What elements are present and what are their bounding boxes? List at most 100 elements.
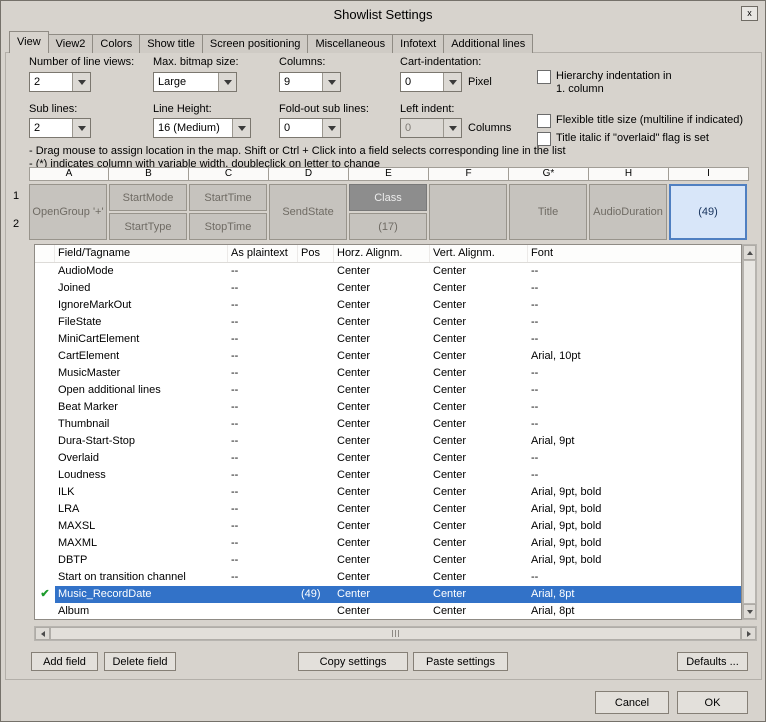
map-cell[interactable]: AudioDuration [589,184,667,240]
vertical-scrollbar[interactable] [742,244,757,620]
table-row[interactable]: ILK--CenterCenterArial, 9pt, bold [35,484,741,501]
table-row[interactable]: DBTP--CenterCenterArial, 9pt, bold [35,552,741,569]
sub-lines-select[interactable]: 2 [29,118,91,138]
map-column-letter[interactable]: A [29,167,109,181]
max-bitmap-size-select[interactable]: Large [153,72,237,92]
paste-settings-button[interactable]: Paste settings [413,652,508,671]
map-column-letter[interactable]: C [189,167,269,181]
column-header[interactable]: Pos [298,245,334,262]
table-row[interactable]: MusicMaster--CenterCenter-- [35,365,741,382]
tab-miscellaneous[interactable]: Miscellaneous [307,34,393,53]
map-column-letter[interactable]: D [269,167,349,181]
row-gutter [35,467,55,484]
map-column-letter[interactable]: H [589,167,669,181]
table-row[interactable]: MAXML--CenterCenterArial, 9pt, bold [35,535,741,552]
horizontal-scrollbar[interactable] [34,626,757,641]
map-column-letter[interactable]: E [349,167,429,181]
horizontal-scrollbar-thumb[interactable] [50,627,741,640]
cell-pos [298,501,334,518]
table-row[interactable]: Thumbnail--CenterCenter-- [35,416,741,433]
flexible-title-row[interactable]: Flexible title size (multiline if indica… [537,114,743,128]
scroll-right-icon[interactable] [741,627,756,640]
table-row[interactable]: Start on transition channel--CenterCente… [35,569,741,586]
table-row[interactable]: AudioMode--CenterCenter-- [35,263,741,280]
map-cell[interactable] [429,184,507,240]
map-column-letter[interactable]: I [669,167,749,181]
map-cell[interactable]: Class [349,184,427,211]
cell-font: Arial, 9pt, bold [528,484,741,501]
map-column-letter[interactable]: B [109,167,189,181]
table-row[interactable]: ✔Music_RecordDate(49)CenterCenterArial, … [35,586,741,603]
map-cell[interactable]: OpenGroup '+' [29,184,107,240]
vertical-scrollbar-thumb[interactable] [743,260,756,604]
table-row[interactable]: Open additional lines--CenterCenter-- [35,382,741,399]
title-italic-checkbox[interactable] [537,132,551,146]
column-header[interactable]: Field/Tagname [55,245,228,262]
scroll-down-icon[interactable] [743,604,756,619]
map-column-letter[interactable]: F [429,167,509,181]
title-italic-row[interactable]: Title italic if "overlaid" flag is set [537,132,709,146]
cell-font: -- [528,263,741,280]
column-header[interactable]: As plaintext [228,245,298,262]
cell-vert: Center [430,467,528,484]
ok-button[interactable]: OK [677,691,748,714]
map-cell[interactable]: StopTime [189,213,267,240]
line-height-label: Line Height: [153,103,212,115]
table-row[interactable]: AlbumCenterCenterArial, 8pt [35,603,741,620]
copy-settings-button[interactable]: Copy settings [298,652,408,671]
number-of-line-views-select[interactable]: 2 [29,72,91,92]
add-field-button[interactable]: Add field [31,652,98,671]
hierarchy-indentation-checkbox[interactable] [537,70,551,84]
scroll-left-icon[interactable] [35,627,50,640]
scroll-up-icon[interactable] [743,245,756,260]
tab-screen-positioning[interactable]: Screen positioning [202,34,309,53]
table-row[interactable]: CartElement--CenterCenterArial, 10pt [35,348,741,365]
columns-select[interactable]: 9 [279,72,341,92]
chevron-down-icon[interactable] [322,119,340,137]
map-cell[interactable]: SendState [269,184,347,240]
map-cell[interactable]: (17) [349,213,427,240]
map-cell[interactable]: Title [509,184,587,240]
chevron-down-icon[interactable] [72,119,90,137]
table-row[interactable]: MiniCartElement--CenterCenter-- [35,331,741,348]
map-cell[interactable]: (49) [669,184,747,240]
tab-additional-lines[interactable]: Additional lines [443,34,533,53]
flexible-title-checkbox[interactable] [537,114,551,128]
table-row[interactable]: MAXSL--CenterCenterArial, 9pt, bold [35,518,741,535]
table-row[interactable]: IgnoreMarkOut--CenterCenter-- [35,297,741,314]
chevron-down-icon[interactable] [322,73,340,91]
defaults-button[interactable]: Defaults ... [677,652,748,671]
tab-infotext[interactable]: Infotext [392,34,444,53]
map-cell[interactable]: StartMode [109,184,187,211]
column-header[interactable]: Vert. Alignm. [430,245,528,262]
map-cell[interactable]: StartTime [189,184,267,211]
chevron-down-icon[interactable] [218,73,236,91]
map-column-letter[interactable]: G* [509,167,589,181]
table-row[interactable]: LRA--CenterCenterArial, 9pt, bold [35,501,741,518]
table-row[interactable]: Joined--CenterCenter-- [35,280,741,297]
tab-colors[interactable]: Colors [92,34,140,53]
tab-view[interactable]: View [9,31,49,53]
chevron-down-icon[interactable] [232,119,250,137]
table-row[interactable]: Loudness--CenterCenter-- [35,467,741,484]
cart-indentation-unit: Pixel [468,76,492,88]
fold-out-sub-lines-select[interactable]: 0 [279,118,341,138]
tab-show-title[interactable]: Show title [139,34,203,53]
close-icon[interactable]: x [741,6,758,21]
cart-indentation-select[interactable]: 0 [400,72,462,92]
table-row[interactable]: FileState--CenterCenter-- [35,314,741,331]
map-cell[interactable]: StartType [109,213,187,240]
chevron-down-icon[interactable] [72,73,90,91]
tab-view2[interactable]: View2 [48,34,94,53]
chevron-down-icon[interactable] [443,73,461,91]
delete-field-button[interactable]: Delete field [104,652,176,671]
table-row[interactable]: Overlaid--CenterCenter-- [35,450,741,467]
line-height-select[interactable]: 16 (Medium) [153,118,251,138]
table-row[interactable]: Dura-Start-Stop--CenterCenterArial, 9pt [35,433,741,450]
cell-name: DBTP [55,552,228,569]
column-header[interactable]: Horz. Alignm. [334,245,430,262]
hierarchy-indentation-row[interactable]: Hierarchy indentation in 1. column [537,70,737,96]
cancel-button[interactable]: Cancel [595,691,669,714]
column-header[interactable]: Font [528,245,741,262]
table-row[interactable]: Beat Marker--CenterCenter-- [35,399,741,416]
